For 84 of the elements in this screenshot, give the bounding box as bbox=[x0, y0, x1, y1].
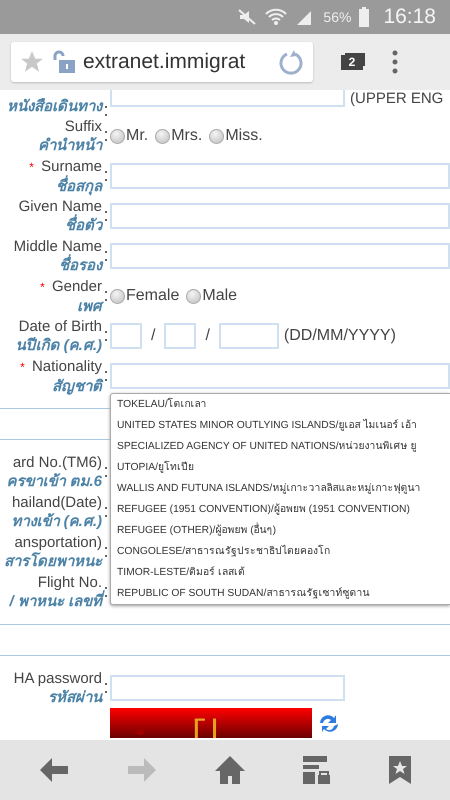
field-label: ard No.(TM6) bbox=[12, 454, 102, 471]
radio-option[interactable]: Mrs. bbox=[155, 127, 202, 145]
thai-label: เพศ bbox=[77, 296, 102, 316]
text-field[interactable] bbox=[110, 243, 450, 269]
field-label: ansportation) bbox=[14, 534, 102, 551]
dropdown-option[interactable]: REPUBLIC OF SOUTH SUDAN/สาธารณรัฐเซาท์ซูดาน bbox=[117, 583, 450, 604]
tabs-button[interactable]: 2 bbox=[341, 54, 363, 70]
field-label: hailand(Date) bbox=[12, 494, 102, 511]
radio-option[interactable]: Female bbox=[110, 287, 180, 305]
dropdown-option[interactable]: REFUGEE (OTHER)/ผู้อพยพ (อื่นๆ) bbox=[117, 520, 450, 541]
day-field[interactable] bbox=[110, 323, 142, 349]
thai-label: นปีเกิด (ค.ศ.) bbox=[16, 336, 102, 355]
colon-mark bbox=[105, 507, 107, 517]
thai-label: หนังสือเดินทาง bbox=[7, 97, 102, 116]
thai-label: สัญชาติ bbox=[52, 376, 102, 396]
bookmarks-icon[interactable] bbox=[388, 755, 412, 785]
colon-mark bbox=[105, 131, 107, 141]
colon-mark bbox=[105, 467, 107, 477]
field-label: Flight No. bbox=[38, 574, 102, 591]
colon-mark bbox=[105, 106, 107, 116]
dropdown-option[interactable]: UNITED STATES MINOR OUTLYING ISLANDS/ยูเอส ไมเนอร์ เอ้า bbox=[117, 415, 450, 436]
required-mark: * bbox=[29, 160, 34, 174]
thai-label: สารโดยพาหนะ bbox=[4, 552, 102, 571]
colon-mark bbox=[105, 291, 107, 301]
dropdown-option[interactable]: REFUGEE (1951 CONVENTION)/ผู้อพยพ (1951 CONVENTION) bbox=[117, 499, 450, 520]
colon-mark bbox=[105, 211, 107, 221]
address-bar[interactable]: extranet.immigrat bbox=[11, 42, 313, 82]
field-label: Date of Birth bbox=[18, 318, 102, 335]
colon-mark bbox=[105, 371, 107, 381]
year-field[interactable] bbox=[218, 323, 279, 349]
field-label: Suffix bbox=[64, 118, 102, 135]
colon-mark bbox=[105, 683, 107, 693]
dropdown-option[interactable]: SPECIALIZED AGENCY OF UNITED NATIONS/หน่วยงานพิเศษ ยู bbox=[117, 436, 450, 457]
month-field[interactable] bbox=[164, 323, 196, 349]
dropdown-option[interactable]: UTOPIA/ยูโทเปีย bbox=[117, 457, 450, 478]
field-hint: (UPPER ENG bbox=[350, 90, 444, 107]
colon-mark bbox=[105, 547, 107, 557]
thai-label: รหัสผ่าน bbox=[48, 688, 102, 707]
reload-icon[interactable] bbox=[279, 49, 305, 75]
thai-label: ทางเข้า (ค.ศ.) bbox=[12, 512, 102, 531]
thai-label: ชื่อตัว bbox=[65, 216, 102, 235]
field-label: Nationality bbox=[32, 358, 102, 374]
dropdown-option[interactable]: CONGOLESE/สาธารณรัฐประชาธิปไตยคองโก bbox=[117, 541, 450, 562]
menu-icon[interactable] bbox=[391, 50, 399, 74]
reading-list-icon[interactable] bbox=[302, 755, 332, 785]
dropdown-option[interactable]: TOKELAU/โตเกเลา bbox=[117, 394, 450, 415]
battery-percent: 56% bbox=[323, 9, 352, 25]
clock: 16:18 bbox=[383, 5, 436, 29]
home-icon[interactable] bbox=[214, 755, 246, 785]
thai-label: คำนำหน้า bbox=[38, 136, 102, 155]
field-label: Middle Name bbox=[14, 238, 102, 255]
wifi-icon bbox=[265, 8, 288, 26]
radio-option[interactable]: Male bbox=[186, 287, 238, 305]
thai-label: ครขาเข้า ตม.6 bbox=[6, 472, 102, 491]
radio-option[interactable]: Mr. bbox=[110, 127, 148, 145]
text-field[interactable] bbox=[110, 90, 345, 107]
date-format-hint: (DD/MM/YYYY) bbox=[284, 327, 396, 345]
radio-option[interactable]: Miss. bbox=[209, 127, 263, 145]
forward-icon[interactable] bbox=[126, 756, 158, 784]
colon-mark bbox=[105, 251, 107, 261]
field-label: Surname bbox=[41, 158, 102, 174]
url-text: extranet.immigrat bbox=[83, 50, 246, 74]
text-field[interactable] bbox=[110, 363, 450, 389]
field-label: Gender bbox=[52, 278, 102, 294]
thai-label: ชื่อรอง bbox=[59, 256, 102, 275]
thai-label: ชื่อสกุล bbox=[56, 176, 102, 196]
required-mark: * bbox=[40, 280, 45, 294]
field-label: HA password bbox=[14, 670, 102, 687]
text-field[interactable] bbox=[110, 675, 345, 701]
dropdown-option[interactable]: WALLIS AND FUTUNA ISLANDS/หมู่เกาะวาลลิสและหมู่เกาะฟุตูนา bbox=[117, 478, 450, 499]
battery-icon bbox=[359, 7, 370, 27]
colon-mark bbox=[105, 331, 107, 341]
required-mark: * bbox=[20, 360, 25, 374]
mute-icon bbox=[237, 8, 258, 26]
field-label: Given Name bbox=[18, 198, 102, 215]
date-separator: / bbox=[151, 327, 156, 345]
dropdown-option[interactable]: TIMOR-LESTE/ติมอร์ เลสเต้ bbox=[117, 562, 450, 583]
text-field[interactable] bbox=[110, 163, 450, 189]
lock-icon bbox=[51, 49, 77, 75]
colon-mark bbox=[105, 171, 107, 181]
back-icon[interactable] bbox=[38, 756, 70, 784]
colon-mark bbox=[105, 587, 107, 597]
text-field[interactable] bbox=[110, 203, 450, 229]
date-separator: / bbox=[205, 327, 210, 345]
